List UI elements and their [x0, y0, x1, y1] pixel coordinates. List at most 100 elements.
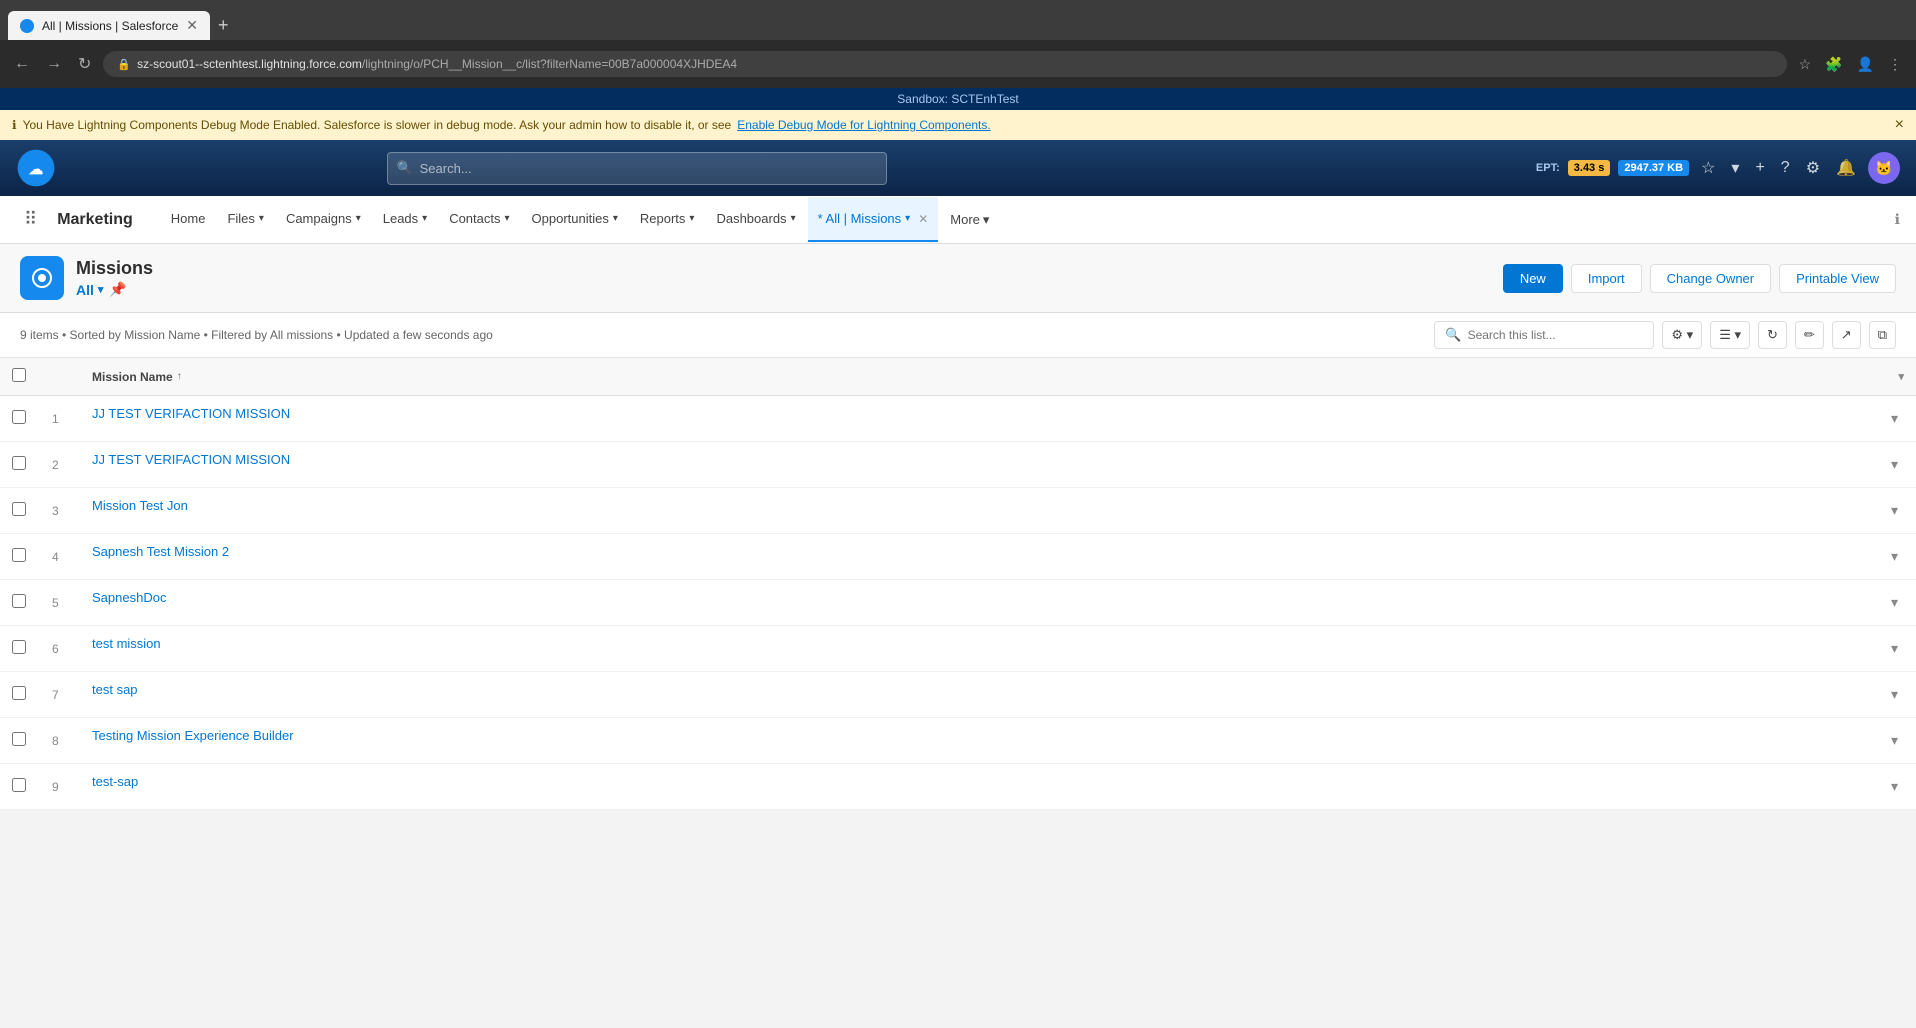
- favorites-dropdown-button[interactable]: ▾: [1727, 154, 1743, 182]
- view-selector[interactable]: All ▾: [76, 282, 103, 298]
- address-field[interactable]: 🔒 sz-scout01--sctenhtest.lightning.force…: [103, 51, 1786, 77]
- settings-button[interactable]: ⚙: [1802, 154, 1824, 182]
- row-action-button[interactable]: ▾: [1885, 544, 1904, 569]
- nav-item-leads[interactable]: Leads ▾: [373, 197, 437, 242]
- row-action-button[interactable]: ▾: [1885, 452, 1904, 477]
- row-checkbox[interactable]: [12, 548, 26, 562]
- list-search-box[interactable]: 🔍: [1434, 321, 1654, 349]
- nav-item-dashboards[interactable]: Dashboards ▾: [706, 197, 805, 242]
- table-row: 5 SapneshDoc ▾: [0, 580, 1916, 626]
- mission-name-link[interactable]: JJ TEST VERIFACTION MISSION: [92, 452, 290, 467]
- row-checkbox[interactable]: [12, 456, 26, 470]
- row-checkbox[interactable]: [12, 732, 26, 746]
- browser-chrome: All | Missions | Salesforce ✕ + ← → ↻ 🔒 …: [0, 0, 1916, 88]
- row-mission-name-cell: JJ TEST VERIFACTION MISSION ▾: [80, 396, 1916, 442]
- favorites-button[interactable]: ☆: [1697, 154, 1719, 182]
- row-action-button[interactable]: ▾: [1885, 682, 1904, 707]
- row-action-button[interactable]: ▾: [1885, 774, 1904, 799]
- list-search-input[interactable]: [1468, 328, 1644, 342]
- add-button[interactable]: +: [1751, 155, 1768, 181]
- debug-banner-text: You Have Lightning Components Debug Mode…: [23, 118, 732, 132]
- row-checkbox[interactable]: [12, 594, 26, 608]
- row-action-button[interactable]: ▾: [1885, 590, 1904, 615]
- import-button[interactable]: Import: [1571, 264, 1642, 293]
- header-mission-name[interactable]: Mission Name ↑ ▾: [80, 358, 1916, 396]
- mission-name-link[interactable]: Mission Test Jon: [92, 498, 188, 513]
- reload-button[interactable]: ↻: [74, 50, 95, 78]
- nav-dashboards-label: Dashboards: [716, 211, 786, 226]
- share-button[interactable]: ↗: [1832, 321, 1861, 349]
- mission-name-link[interactable]: test sap: [92, 682, 138, 697]
- mission-name-link[interactable]: JJ TEST VERIFACTION MISSION: [92, 406, 290, 421]
- ept-value: 3.43 s: [1568, 160, 1611, 176]
- nav-missions-close[interactable]: ✕: [918, 212, 928, 226]
- row-number: 5: [40, 580, 80, 626]
- mission-name-link[interactable]: Sapnesh Test Mission 2: [92, 544, 229, 559]
- tab-close-button[interactable]: ✕: [186, 17, 198, 34]
- debug-info-icon: ℹ: [12, 118, 17, 132]
- row-action-button[interactable]: ▾: [1885, 406, 1904, 431]
- ept-label: EPT:: [1536, 162, 1560, 174]
- debug-banner-link[interactable]: Enable Debug Mode for Lightning Componen…: [737, 118, 991, 132]
- list-status: 9 items • Sorted by Mission Name • Filte…: [20, 328, 493, 342]
- mission-name-link[interactable]: test-sap: [92, 774, 138, 789]
- salesforce-logo[interactable]: ☁: [16, 148, 56, 188]
- row-checkbox[interactable]: [12, 502, 26, 516]
- sort-arrow: ↑: [177, 371, 182, 382]
- nav-item-reports[interactable]: Reports ▾: [630, 197, 705, 242]
- select-all-checkbox[interactable]: [12, 368, 26, 382]
- bookmark-button[interactable]: ☆: [1795, 52, 1816, 77]
- debug-banner-close[interactable]: ×: [1895, 116, 1904, 134]
- change-owner-button[interactable]: Change Owner: [1650, 264, 1771, 293]
- profile-button[interactable]: 👤: [1853, 52, 1878, 77]
- nav-more-label: More: [950, 212, 980, 227]
- mission-name-link[interactable]: SapneshDoc: [92, 590, 166, 605]
- nav-contacts-label: Contacts: [449, 211, 500, 226]
- row-checkbox[interactable]: [12, 686, 26, 700]
- sandbox-banner-text: Sandbox: SCTEnhTest: [897, 92, 1018, 106]
- menu-button[interactable]: ⋮: [1884, 52, 1906, 77]
- extensions-button[interactable]: 🧩: [1821, 52, 1846, 77]
- tab-favicon: [20, 19, 34, 33]
- pin-button[interactable]: 📌: [109, 281, 126, 298]
- back-button[interactable]: ←: [10, 51, 34, 77]
- new-button[interactable]: New: [1503, 264, 1563, 293]
- edit-toolbar-button[interactable]: ✏: [1795, 321, 1824, 349]
- row-action-button[interactable]: ▾: [1885, 636, 1904, 661]
- app-name: Marketing: [49, 211, 141, 229]
- refresh-button[interactable]: ↻: [1758, 321, 1787, 349]
- new-tab-button[interactable]: +: [210, 11, 237, 40]
- row-checkbox-cell: [0, 764, 40, 810]
- mission-name-link[interactable]: test mission: [92, 636, 161, 651]
- avatar[interactable]: 🐱: [1868, 152, 1900, 184]
- forward-button[interactable]: →: [42, 51, 66, 77]
- nav-item-missions-active[interactable]: * All | Missions ▾ ✕: [808, 197, 939, 242]
- nav-item-files[interactable]: Files ▾: [217, 197, 273, 242]
- global-search-input[interactable]: [387, 152, 887, 185]
- nav-item-contacts[interactable]: Contacts ▾: [439, 197, 519, 242]
- app-launcher-button[interactable]: ⠿: [16, 205, 45, 234]
- row-mission-name-cell: Sapnesh Test Mission 2 ▾: [80, 534, 1916, 580]
- nav-item-opportunities[interactable]: Opportunities ▾: [522, 197, 628, 242]
- filter-button[interactable]: ⧉: [1869, 321, 1896, 349]
- nav-item-campaigns[interactable]: Campaigns ▾: [276, 197, 371, 242]
- row-checkbox[interactable]: [12, 778, 26, 792]
- nav-items: Home Files ▾ Campaigns ▾ Leads ▾ Contact…: [161, 197, 1895, 242]
- col-expand-chevron: ▾: [1898, 370, 1904, 383]
- nav-info-icon[interactable]: ℹ: [1895, 211, 1900, 228]
- nav-item-home[interactable]: Home: [161, 197, 216, 242]
- row-number: 7: [40, 672, 80, 718]
- columns-toolbar-button[interactable]: ☰ ▾: [1710, 321, 1750, 349]
- settings-toolbar-button[interactable]: ⚙ ▾: [1662, 321, 1702, 349]
- row-checkbox[interactable]: [12, 410, 26, 424]
- browser-tab-active[interactable]: All | Missions | Salesforce ✕: [8, 11, 210, 40]
- help-button[interactable]: ?: [1777, 155, 1794, 181]
- row-action-button[interactable]: ▾: [1885, 728, 1904, 753]
- printable-view-button[interactable]: Printable View: [1779, 264, 1896, 293]
- row-checkbox[interactable]: [12, 640, 26, 654]
- mission-name-link[interactable]: Testing Mission Experience Builder: [92, 728, 294, 743]
- notifications-button[interactable]: 🔔: [1832, 154, 1860, 182]
- nav-more-button[interactable]: More ▾: [940, 198, 999, 242]
- row-mission-name-cell: JJ TEST VERIFACTION MISSION ▾: [80, 442, 1916, 488]
- row-action-button[interactable]: ▾: [1885, 498, 1904, 523]
